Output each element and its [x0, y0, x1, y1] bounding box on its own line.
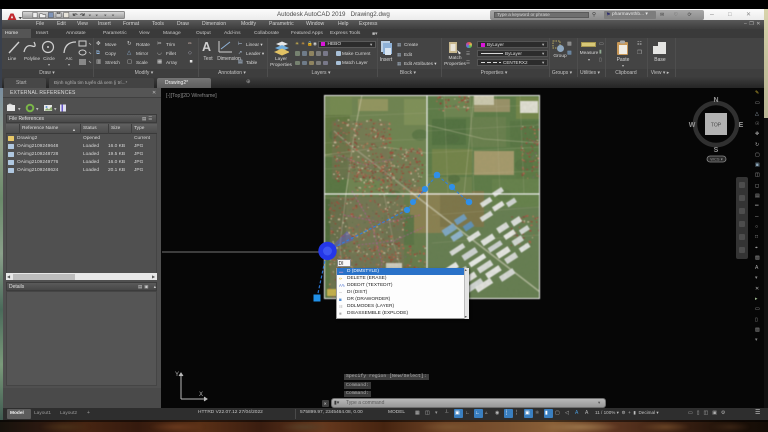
svg-text:N: N [713, 97, 718, 104]
svg-text:▾: ▾ [54, 107, 57, 113]
svg-text:WCS ▾: WCS ▾ [710, 157, 722, 162]
svg-text:X: X [199, 392, 203, 398]
svg-text:W: W [689, 122, 696, 129]
svg-text:Y: Y [175, 372, 179, 378]
svg-text:▾: ▾ [18, 107, 21, 113]
svg-text:S: S [714, 147, 719, 154]
svg-text:▾: ▾ [36, 107, 39, 113]
svg-text:TOP: TOP [711, 123, 722, 129]
svg-text:E: E [739, 122, 744, 129]
